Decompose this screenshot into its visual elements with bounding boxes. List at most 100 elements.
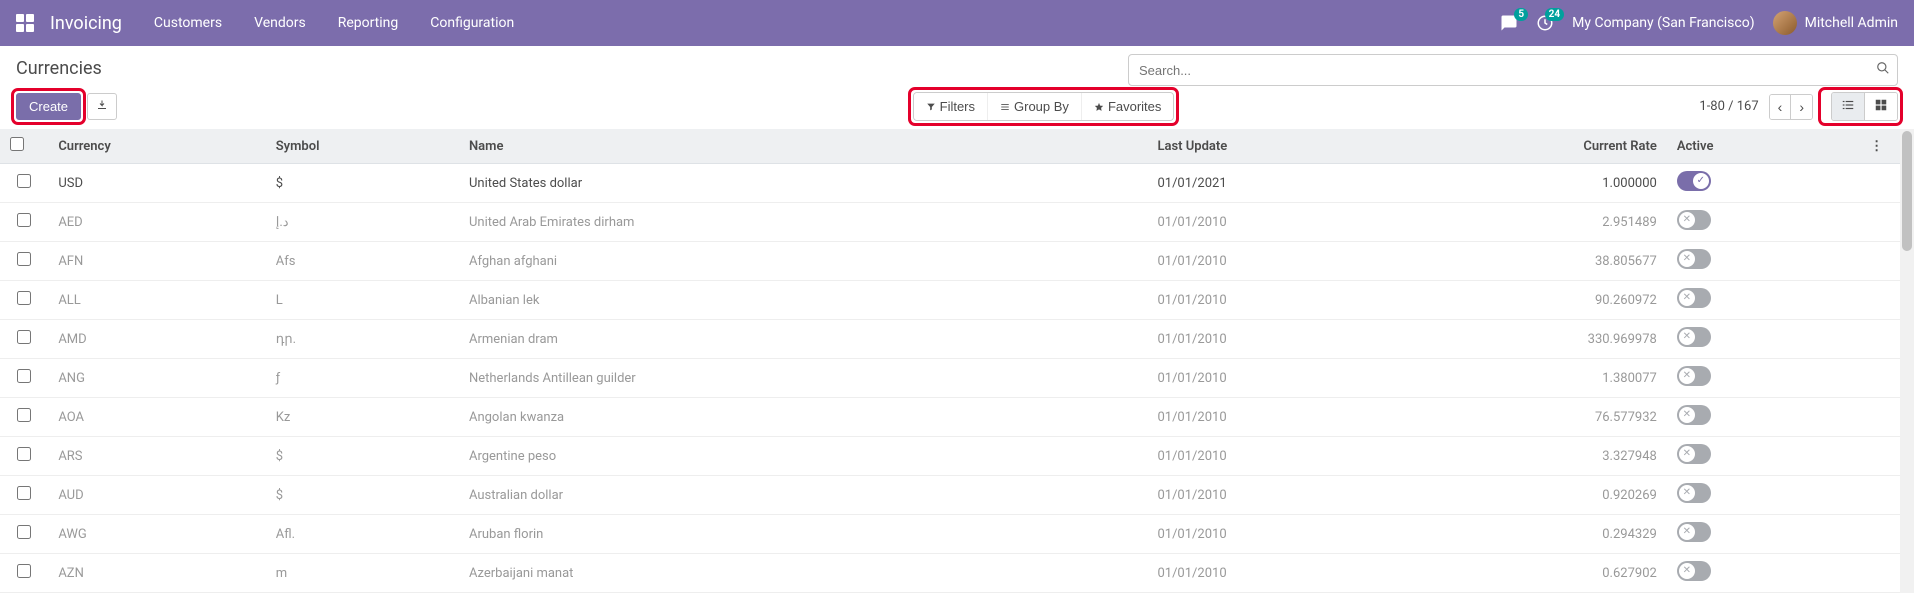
pager-prev[interactable]: ‹: [1770, 95, 1792, 119]
cell-active: ✕: [1667, 515, 1860, 554]
th-currency[interactable]: Currency: [48, 129, 265, 164]
cell-symbol: $: [266, 164, 459, 203]
list-view-button[interactable]: [1832, 93, 1865, 120]
table-row[interactable]: AUD$Australian dollar01/01/20100.920269✕: [0, 476, 1900, 515]
active-toggle[interactable]: ✕: [1677, 483, 1711, 503]
cell-name: Albanian lek: [459, 281, 1147, 320]
th-name[interactable]: Name: [459, 129, 1147, 164]
th-symbol[interactable]: Symbol: [266, 129, 459, 164]
th-optional-fields[interactable]: ⋮: [1860, 129, 1900, 164]
cell-name: Azerbaijani manat: [459, 554, 1147, 593]
active-toggle[interactable]: ✕: [1677, 327, 1711, 347]
menu-vendors[interactable]: Vendors: [254, 15, 306, 31]
menu-reporting[interactable]: Reporting: [338, 15, 399, 31]
cell-active: ✕: [1667, 476, 1860, 515]
apps-icon[interactable]: [16, 14, 34, 32]
row-checkbox[interactable]: [17, 447, 31, 461]
row-checkbox[interactable]: [17, 486, 31, 500]
pager-counter[interactable]: 1-80 / 167: [1699, 99, 1758, 114]
active-toggle[interactable]: ✕: [1677, 561, 1711, 581]
table-row[interactable]: ANGƒNetherlands Antillean guilder01/01/2…: [0, 359, 1900, 398]
cell-rate: 0.294329: [1558, 515, 1667, 554]
cell-active: ✕: [1667, 398, 1860, 437]
select-all-checkbox[interactable]: [10, 137, 24, 151]
groupby-button[interactable]: Group By: [988, 93, 1082, 120]
row-checkbox[interactable]: [17, 408, 31, 422]
cell-currency: AED: [48, 203, 265, 242]
currencies-table: Currency Symbol Name Last Update Current…: [0, 129, 1900, 593]
active-toggle[interactable]: ✕: [1677, 522, 1711, 542]
cell-update: 01/01/2010: [1147, 203, 1558, 242]
th-last-update[interactable]: Last Update: [1147, 129, 1558, 164]
table-row[interactable]: AEDد.إUnited Arab Emirates dirham01/01/2…: [0, 203, 1900, 242]
table-row[interactable]: AMDդր.Armenian dram01/01/2010330.969978✕: [0, 320, 1900, 359]
row-checkbox[interactable]: [17, 525, 31, 539]
cell-rate: 1.000000: [1558, 164, 1667, 203]
cell-update: 01/01/2010: [1147, 437, 1558, 476]
row-checkbox[interactable]: [17, 564, 31, 578]
menu-configuration[interactable]: Configuration: [430, 15, 514, 31]
row-checkbox[interactable]: [17, 330, 31, 344]
th-active[interactable]: Active: [1667, 129, 1860, 164]
active-toggle[interactable]: ✕: [1677, 210, 1711, 230]
cell-rate: 2.951489: [1558, 203, 1667, 242]
cell-symbol: Afs: [266, 242, 459, 281]
vertical-scrollbar[interactable]: [1900, 129, 1914, 593]
export-button[interactable]: [87, 93, 117, 120]
row-checkbox[interactable]: [17, 174, 31, 188]
favorites-button[interactable]: Favorites: [1082, 93, 1173, 120]
cell-currency: AFN: [48, 242, 265, 281]
discuss-badge: 5: [1514, 8, 1528, 21]
list-view-icon: [1841, 98, 1855, 112]
pager-next[interactable]: ›: [1791, 95, 1812, 119]
list-icon: [1000, 102, 1010, 112]
activity-badge: 24: [1545, 8, 1564, 21]
cell-currency: AZN: [48, 554, 265, 593]
cell-update: 01/01/2010: [1147, 476, 1558, 515]
company-selector[interactable]: My Company (San Francisco): [1572, 15, 1754, 31]
menu-customers[interactable]: Customers: [154, 15, 222, 31]
star-icon: [1094, 102, 1104, 112]
th-rate[interactable]: Current Rate: [1558, 129, 1667, 164]
app-brand[interactable]: Invoicing: [50, 13, 122, 34]
table-row[interactable]: AFNAfsAfghan afghani01/01/201038.805677✕: [0, 242, 1900, 281]
cell-update: 01/01/2010: [1147, 398, 1558, 437]
kanban-view-button[interactable]: [1865, 93, 1897, 120]
cell-name: Argentine peso: [459, 437, 1147, 476]
discuss-indicator[interactable]: 5: [1500, 14, 1518, 32]
table-row[interactable]: ALLLAlbanian lek01/01/201090.260972✕: [0, 281, 1900, 320]
cell-rate: 0.627902: [1558, 554, 1667, 593]
create-button[interactable]: Create: [16, 93, 81, 120]
row-checkbox[interactable]: [17, 213, 31, 227]
activity-indicator[interactable]: 24: [1536, 14, 1554, 32]
active-toggle[interactable]: ✕: [1677, 288, 1711, 308]
cell-active: ✕: [1667, 242, 1860, 281]
search-input[interactable]: [1128, 54, 1898, 86]
row-checkbox[interactable]: [17, 369, 31, 383]
cell-rate: 90.260972: [1558, 281, 1667, 320]
table-row[interactable]: AWGAfl.Aruban florin01/01/20100.294329✕: [0, 515, 1900, 554]
table-row[interactable]: ARS$Argentine peso01/01/20103.327948✕: [0, 437, 1900, 476]
search-icon[interactable]: [1876, 61, 1890, 79]
active-toggle[interactable]: ✕: [1677, 366, 1711, 386]
active-toggle[interactable]: ✕: [1677, 405, 1711, 425]
user-menu[interactable]: Mitchell Admin: [1773, 11, 1898, 35]
top-navbar: Invoicing Customers Vendors Reporting Co…: [0, 0, 1914, 46]
table-row[interactable]: AOAKzAngolan kwanza01/01/201076.577932✕: [0, 398, 1900, 437]
avatar: [1773, 11, 1797, 35]
filters-button[interactable]: Filters: [914, 93, 988, 120]
active-toggle[interactable]: ✕: [1677, 444, 1711, 464]
cell-rate: 76.577932: [1558, 398, 1667, 437]
table-row[interactable]: USD$United States dollar01/01/20211.0000…: [0, 164, 1900, 203]
cell-update: 01/01/2010: [1147, 359, 1558, 398]
cell-name: Aruban florin: [459, 515, 1147, 554]
cell-currency: ARS: [48, 437, 265, 476]
main-menu: Customers Vendors Reporting Configuratio…: [154, 15, 514, 31]
row-checkbox[interactable]: [17, 252, 31, 266]
active-toggle[interactable]: ✕: [1677, 249, 1711, 269]
cell-rate: 1.380077: [1558, 359, 1667, 398]
cell-currency: AOA: [48, 398, 265, 437]
active-toggle[interactable]: ✓: [1677, 171, 1711, 191]
table-row[interactable]: AZNmAzerbaijani manat01/01/20100.627902✕: [0, 554, 1900, 593]
row-checkbox[interactable]: [17, 291, 31, 305]
